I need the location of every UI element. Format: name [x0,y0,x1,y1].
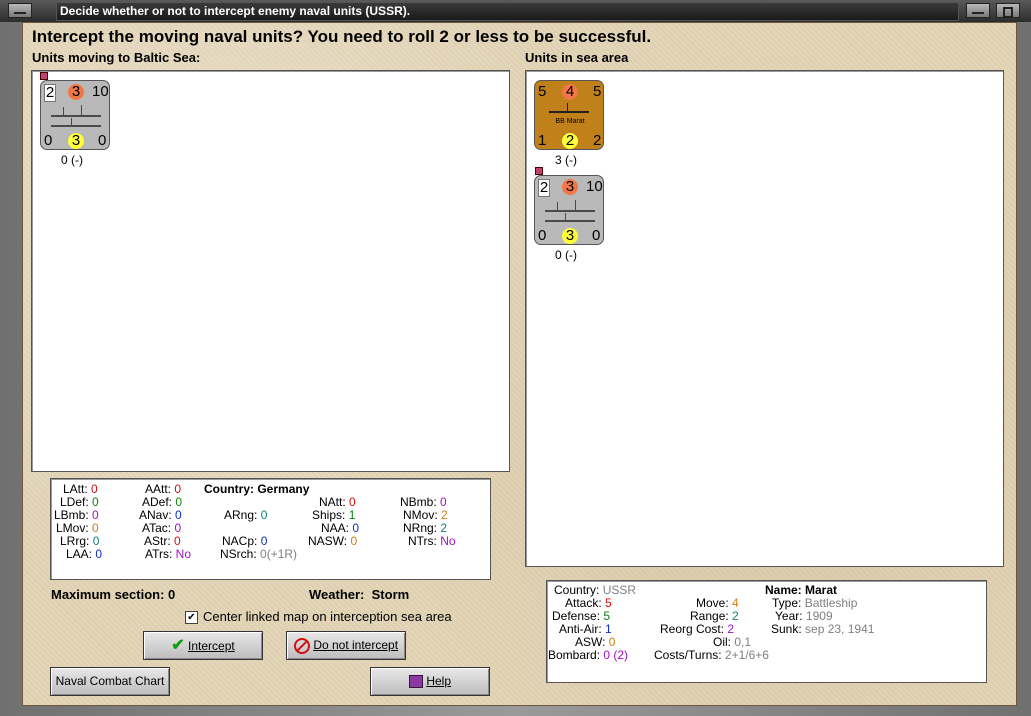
ship-mast-icon [63,107,64,115]
counter-value: 4 [562,84,578,100]
restore-icon[interactable] [966,3,990,18]
counter-value: 2 [562,133,578,149]
counter-value: 0 [592,227,601,244]
stat-nsrch: NSrch: 0(+1R) [220,547,298,561]
info-costs-turns: Costs/Turns: 2+1/6+6 [654,648,769,662]
center-map-label: Center linked map on interception sea ar… [203,609,452,624]
unit-caption: 3 (-) [555,153,577,167]
ship-mast-icon [567,103,568,111]
counter-value: 10 [92,83,109,100]
unit-marker-icon [40,72,48,80]
counter-value: 2 [44,84,56,102]
battleship-counter[interactable]: 5 4 5 BB Marat 1 2 2 [534,80,604,150]
counter-value: 0 [98,132,107,149]
no-entry-icon [293,637,310,654]
ship-mast-icon [575,200,576,210]
stat-ntrs: NTrs: No [408,534,456,548]
counter-value: 3 [68,133,84,149]
unit-caption: 0 (-) [555,248,577,262]
minimize-icon[interactable] [8,3,32,18]
max-section: Maximum section: 0 [51,587,176,602]
stat-atrs: ATrs: No [145,547,192,561]
counter-value: 10 [586,178,603,195]
stat-nasw: NASW: 0 [308,534,358,548]
stat-laa: LAA: 0 [66,547,103,561]
counter-value: 0 [44,132,53,149]
ship-silhouette-icon [545,210,595,212]
naval-combat-chart-button[interactable]: Naval Combat Chart [50,667,170,696]
counter-value: 5 [593,83,602,100]
title-bar: Decide whether or not to intercept enemy… [0,0,1031,23]
intercept-button[interactable]: ✔ Intercept [143,631,263,660]
destroyer-counter[interactable]: 2 3 10 0 3 0 [534,175,604,245]
weather: Weather: Storm [309,587,410,602]
counter-value: 0 [538,227,547,244]
sea-area-units-label: Units in sea area [525,50,629,65]
ship-silhouette-icon [51,115,101,117]
unit-caption: 0 (-) [61,153,83,167]
info-sunk: Sunk: sep 23, 1941 [771,622,875,636]
ship-mast-icon [71,118,72,125]
destroyer-counter[interactable]: 2 3 10 0 3 0 [40,80,110,150]
book-icon [408,675,423,689]
ship-silhouette-icon [51,125,101,127]
ship-mast-icon [565,213,566,220]
maximize-icon[interactable] [996,3,1020,18]
unit-name: BB Marat [555,118,585,125]
ship-mast-icon [557,202,558,210]
help-button[interactable]: Help [370,667,490,696]
stat-country: Country: Germany [204,482,310,496]
counter-value: 5 [538,83,547,100]
battleship-silhouette-icon [549,111,589,113]
unit-marker-icon [535,167,543,175]
center-map-checkbox[interactable]: ✔ [185,611,198,624]
counter-value: 2 [538,179,550,197]
do-not-intercept-button[interactable]: Do not intercept [286,631,406,660]
counter-value: 3 [68,84,84,100]
ship-silhouette-icon [545,220,595,222]
window-title: Decide whether or not to intercept enemy… [60,4,411,18]
counter-value: 1 [538,132,547,149]
checkmark-icon: ✔ [171,637,185,654]
info-bombard: Bombard: 0 (2) [548,648,629,662]
stat-arng: ARng: 0 [224,508,268,522]
moving-units-label: Units moving to Baltic Sea: [32,50,201,65]
counter-value: 3 [562,179,578,195]
counter-value: 2 [593,132,602,149]
ship-mast-icon [81,105,82,115]
counter-value: 3 [562,228,578,244]
dialog-heading: Intercept the moving naval units? You ne… [32,27,652,46]
